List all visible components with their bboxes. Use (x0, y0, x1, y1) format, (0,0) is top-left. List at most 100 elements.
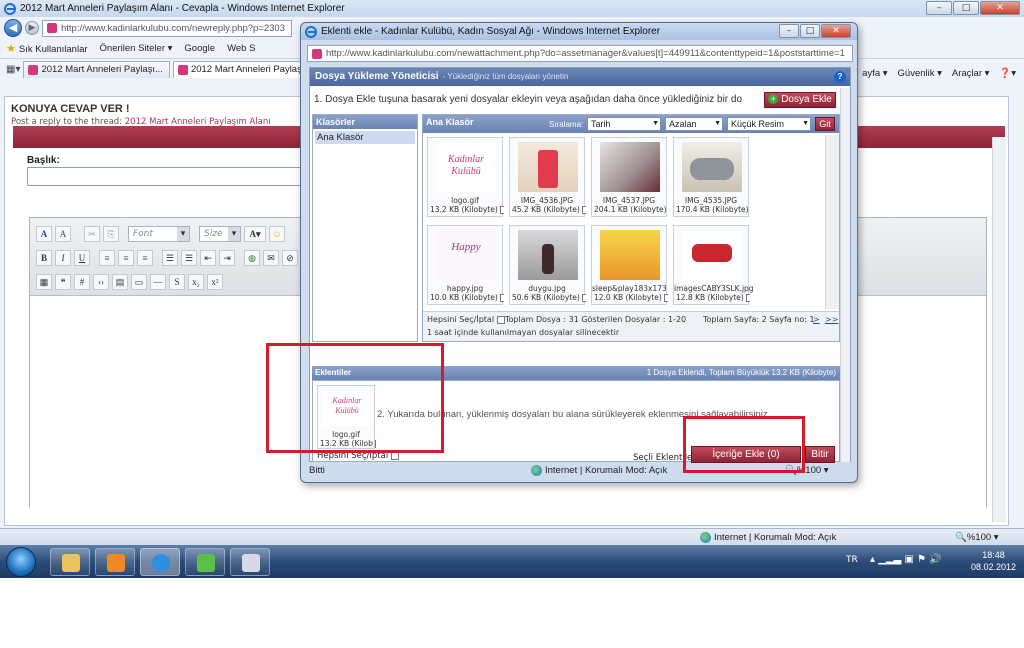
tab-1[interactable]: 2012 Mart Anneleri Paylaşı... (23, 60, 170, 78)
page-title: KONUYA CEVAP VER ! (11, 103, 130, 115)
file-checkbox[interactable] (582, 206, 586, 214)
file-checkbox[interactable] (500, 294, 504, 302)
tab-2[interactable]: 2012 Mart Anneleri Paylaşı... (172, 60, 320, 78)
popup-minimize-button[interactable]: – (779, 24, 799, 38)
unordered-list-icon[interactable]: ☰ (181, 250, 197, 266)
view-mode-select[interactable]: Küçük Resim ▼ (727, 117, 811, 131)
smiley-icon[interactable]: ☺ (269, 226, 285, 242)
status-zoom[interactable]: 🔍%100 ▾ (955, 532, 999, 543)
code-icon[interactable]: # (74, 274, 90, 290)
cut-icon[interactable]: ✂ (84, 226, 100, 242)
files-scrollbar[interactable] (825, 135, 839, 309)
paste-icon[interactable]: ⎘ (103, 226, 119, 242)
file-thumb[interactable]: imagesCABY3SLK.jpg 12.8 KB (Kilobyte) (673, 225, 754, 305)
underline-button[interactable]: U (74, 250, 90, 266)
tray-icons[interactable]: ▴ ▁▂▃ ▣ ⚑ 🔊 (870, 554, 942, 565)
highlight-box-insert-button (683, 416, 805, 473)
google-link[interactable]: Google (184, 43, 215, 54)
sort-order-select[interactable]: Azalan ▼ (665, 117, 723, 131)
sort-label: Sıralama: (549, 120, 584, 129)
table-icon[interactable]: ▦ (36, 274, 52, 290)
tools-menu[interactable]: Araçlar ▾ (952, 68, 990, 79)
select-all-checkbox[interactable] (496, 315, 505, 324)
address-bar[interactable]: http://www.kadinlarkulubu.com/newreply.p… (42, 19, 292, 37)
php-icon[interactable]: ▤ (112, 274, 128, 290)
popup-address-bar[interactable]: http://www.kadinlarkulubu.com/newattachm… (307, 45, 853, 62)
start-button[interactable] (6, 547, 36, 577)
taskbar-paint[interactable] (230, 548, 270, 576)
back-button[interactable]: ◀ (4, 19, 22, 37)
ie-icon (305, 25, 317, 38)
file-thumb[interactable]: sleep&play183x173.gif 12.0 KB (Kilobyte) (591, 225, 668, 305)
close-button[interactable]: ✕ (980, 1, 1020, 15)
italic-button[interactable]: I (55, 250, 71, 266)
favorites-button[interactable]: ★ Sık Kullanılanlar (6, 42, 88, 55)
html-icon[interactable]: ‹› (93, 274, 109, 290)
text-color-button[interactable]: A▾ (244, 226, 266, 242)
help-icon[interactable]: ? (834, 71, 846, 83)
strike-icon[interactable]: S (169, 274, 185, 290)
select-all-files[interactable]: Hepsini Seç/İptal (427, 315, 505, 324)
page-scrollbar[interactable] (992, 137, 1006, 522)
forward-button[interactable]: ▶ (25, 21, 39, 35)
size-select[interactable]: Size ▾ (199, 226, 241, 242)
taskbar-media-player[interactable] (95, 548, 135, 576)
align-left-icon[interactable]: ≡ (99, 250, 115, 266)
title-input[interactable] (27, 167, 307, 186)
ordered-list-icon[interactable]: ☰ (162, 250, 178, 266)
command-bar: ayfa ▾ Güvenlik ▾ Araçlar ▾ ❓▾ (862, 68, 1016, 79)
clock-date: 08.02.2012 (970, 562, 1016, 572)
superscript-button[interactable]: x² (207, 274, 223, 290)
file-thumb[interactable]: IMG_4535.JPG 170.4 KB (Kilobyte) (673, 137, 749, 217)
font-select[interactable]: Font ▾ (128, 226, 190, 242)
font-style-icon[interactable]: A (36, 226, 52, 242)
file-checkbox[interactable] (746, 294, 750, 302)
minimize-button[interactable]: – (926, 1, 952, 15)
indent-icon[interactable]: ⇥ (219, 250, 235, 266)
security-menu[interactable]: Güvenlik ▾ (898, 68, 942, 79)
outdent-icon[interactable]: ⇤ (200, 250, 216, 266)
email-link-icon[interactable]: ✉ (263, 250, 279, 266)
file-thumb[interactable]: IMG_4536.JPG 45.2 KB (Kilobyte) (509, 137, 586, 217)
spoiler-icon[interactable]: ▭ (131, 274, 147, 290)
file-checkbox[interactable] (500, 206, 504, 214)
unlink-icon[interactable]: ⊘ (282, 250, 298, 266)
folder-item-main[interactable]: Ana Klasör (315, 131, 415, 144)
popup-close-button[interactable]: ✕ (821, 24, 851, 38)
sort-field-select[interactable]: Tarih ▼ (587, 117, 661, 131)
highlight-box-attachment (266, 343, 444, 453)
manager-header: Dosya Yükleme Yöneticisi - Yüklediğiniz t… (310, 68, 850, 86)
add-file-button[interactable]: + Dosya Ekle (764, 92, 836, 108)
file-thumb[interactable]: Happy happy.jpg 10.0 KB (Kilobyte) (427, 225, 504, 305)
align-center-icon[interactable]: ≡ (118, 250, 134, 266)
file-checkbox[interactable] (582, 294, 586, 302)
file-thumb[interactable]: duygu.jpg 50.6 KB (Kilobyte) (509, 225, 586, 305)
web-slice-link[interactable]: Web S (227, 43, 255, 54)
taskbar-internet-explorer[interactable] (140, 548, 180, 576)
last-page-link[interactable]: >> (825, 315, 838, 324)
subscript-button[interactable]: x₂ (188, 274, 204, 290)
go-button[interactable]: Git (815, 117, 835, 131)
language-indicator[interactable]: TR (846, 555, 858, 565)
taskbar-messenger[interactable] (185, 548, 225, 576)
remove-format-icon[interactable]: A (55, 226, 71, 242)
page-menu[interactable]: ayfa ▾ (862, 68, 887, 79)
hr-icon[interactable]: ― (150, 274, 166, 290)
popup-scrollbar[interactable] (840, 88, 850, 462)
align-right-icon[interactable]: ≡ (137, 250, 153, 266)
maximize-button[interactable]: □ (953, 1, 979, 15)
next-page-link[interactable]: > (813, 315, 820, 324)
clock[interactable]: 18:48 08.02.2012 (971, 549, 1016, 573)
file-thumb[interactable]: IMG_4537.JPG 204.1 KB (Kilobyte) (591, 137, 667, 217)
suggested-sites-link[interactable]: Önerilen Siteler ▾ (100, 43, 173, 54)
link-icon[interactable]: ◍ (244, 250, 260, 266)
quick-tabs-icon[interactable]: ▦▾ (6, 64, 20, 75)
quote-icon[interactable]: ❝ (55, 274, 71, 290)
help-menu[interactable]: ❓▾ (999, 68, 1016, 79)
file-checkbox[interactable] (664, 294, 668, 302)
popup-maximize-button[interactable]: □ (800, 24, 820, 38)
finish-button[interactable]: Bitir (805, 446, 835, 463)
taskbar-explorer[interactable] (50, 548, 90, 576)
bold-button[interactable]: B (36, 250, 52, 266)
file-thumb[interactable]: Kadınlar Kulübü logo.gif 13.2 KB (Kiloby… (427, 137, 504, 217)
